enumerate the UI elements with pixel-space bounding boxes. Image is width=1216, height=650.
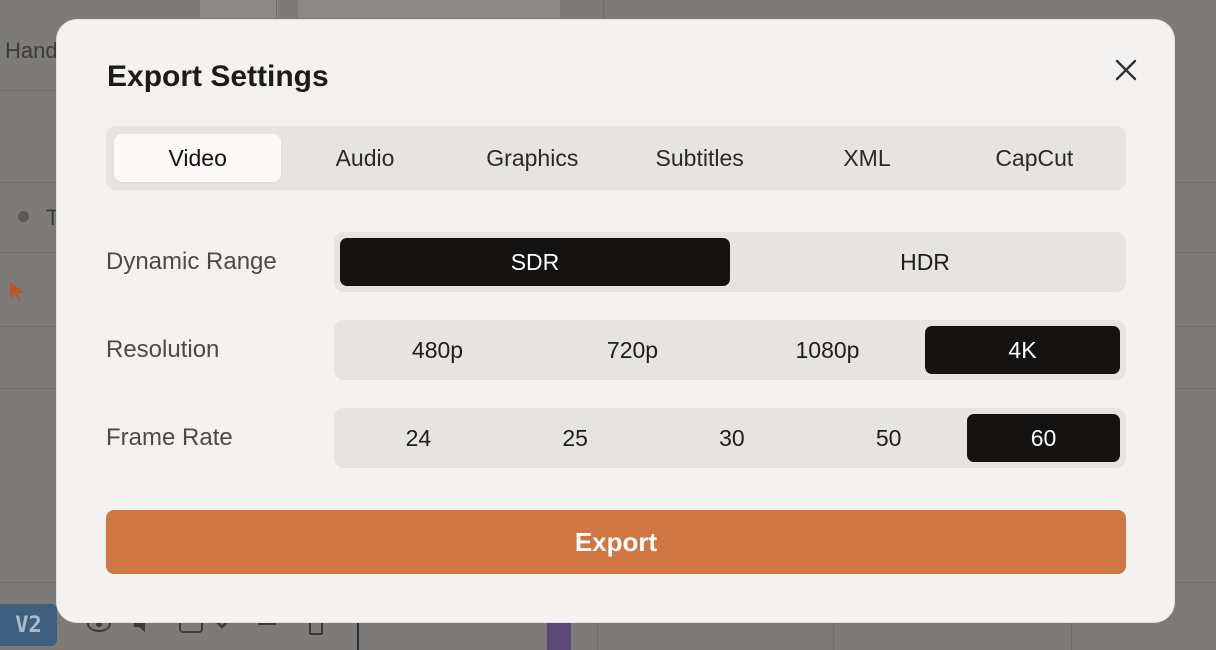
frame-rate-row: Frame Rate 24 25 30 50 60 bbox=[106, 408, 1126, 468]
dynamic-range-selector: SDR HDR bbox=[334, 232, 1126, 292]
tab-graphics[interactable]: Graphics bbox=[449, 134, 616, 182]
cursor-arrow-icon bbox=[10, 281, 24, 301]
option-25fps[interactable]: 25 bbox=[497, 414, 654, 462]
timeline-marker bbox=[357, 622, 359, 650]
export-button[interactable]: Export bbox=[106, 510, 1126, 574]
tab-subtitles[interactable]: Subtitles bbox=[616, 134, 783, 182]
option-24fps[interactable]: 24 bbox=[340, 414, 497, 462]
resolution-selector: 480p 720p 1080p 4K bbox=[334, 320, 1126, 380]
dynamic-range-label: Dynamic Range bbox=[106, 248, 277, 275]
close-button[interactable] bbox=[1111, 55, 1141, 85]
option-1080p[interactable]: 1080p bbox=[730, 326, 925, 374]
dialog-title: Export Settings bbox=[107, 60, 329, 93]
tab-video[interactable]: Video bbox=[114, 134, 282, 182]
export-tabs: Video Audio Graphics Subtitles XML CapCu… bbox=[106, 126, 1126, 190]
tab-audio[interactable]: Audio bbox=[281, 134, 448, 182]
option-720p[interactable]: 720p bbox=[535, 326, 730, 374]
divider bbox=[603, 0, 604, 20]
close-icon bbox=[1115, 59, 1137, 81]
divider bbox=[1071, 622, 1072, 650]
option-480p[interactable]: 480p bbox=[340, 326, 535, 374]
resolution-label: Resolution bbox=[106, 336, 220, 363]
option-sdr[interactable]: SDR bbox=[340, 238, 730, 286]
tab-capcut[interactable]: CapCut bbox=[951, 134, 1118, 182]
option-30fps[interactable]: 30 bbox=[654, 414, 811, 462]
thumbnail bbox=[200, 0, 278, 18]
tab-xml[interactable]: XML bbox=[783, 134, 950, 182]
option-60fps[interactable]: 60 bbox=[967, 414, 1120, 462]
background-label: Hand bbox=[5, 38, 58, 63]
option-hdr[interactable]: HDR bbox=[730, 238, 1120, 286]
resolution-row: Resolution 480p 720p 1080p 4K bbox=[106, 320, 1126, 380]
track-dot bbox=[18, 211, 29, 222]
dynamic-range-row: Dynamic Range SDR HDR bbox=[106, 232, 1126, 292]
divider bbox=[833, 622, 834, 650]
divider bbox=[276, 0, 277, 20]
timeline-clip bbox=[547, 622, 571, 650]
divider bbox=[0, 90, 60, 91]
frame-rate-label: Frame Rate bbox=[106, 424, 233, 451]
option-4k[interactable]: 4K bbox=[925, 326, 1120, 374]
frame-rate-selector: 24 25 30 50 60 bbox=[334, 408, 1126, 468]
track-badge-v2[interactable]: V2 bbox=[0, 604, 57, 646]
export-settings-dialog: Export Settings Video Audio Graphics Sub… bbox=[57, 20, 1174, 622]
thumbnail bbox=[298, 0, 560, 18]
option-50fps[interactable]: 50 bbox=[810, 414, 967, 462]
divider bbox=[597, 622, 598, 650]
